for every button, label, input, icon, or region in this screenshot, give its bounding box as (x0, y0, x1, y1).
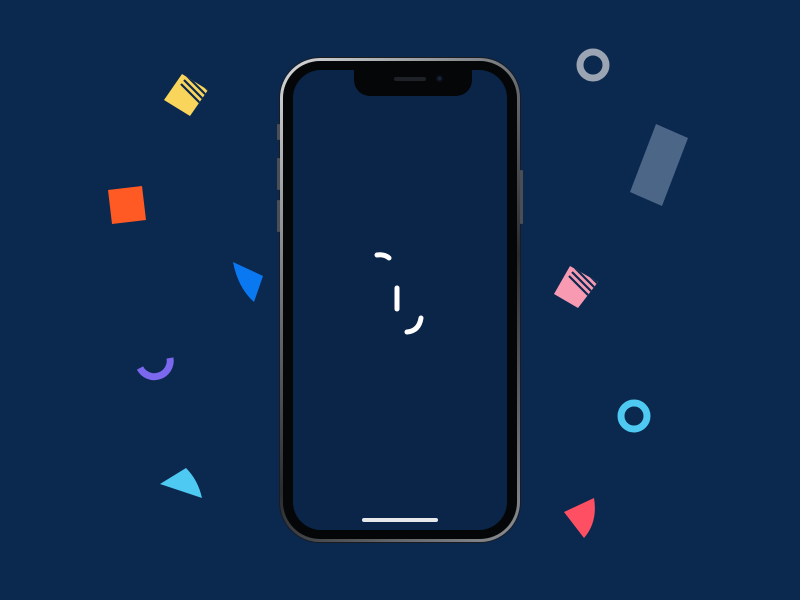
cyan-wedge-shape (160, 468, 202, 498)
confetti-scene (0, 0, 800, 600)
mute-switch (277, 124, 280, 140)
phone-mockup (277, 58, 523, 542)
home-indicator[interactable] (362, 518, 438, 522)
side-button (520, 170, 523, 224)
front-camera (436, 75, 443, 82)
loading-spinner-icon (374, 252, 424, 335)
gray-ring-shape (576, 48, 610, 82)
speaker-grille (394, 77, 426, 81)
red-wedge-shape (564, 498, 595, 538)
purple-arc-shape (136, 357, 174, 381)
phone-notch (354, 70, 472, 96)
orange-square-shape (108, 186, 146, 224)
volume-up-button (277, 158, 280, 190)
yellow-striped-diamond-shape (164, 74, 208, 116)
cyan-ring-shape (617, 399, 651, 433)
volume-down-button (277, 200, 280, 232)
phone-screen (293, 70, 507, 530)
pink-striped-diamond-shape (554, 266, 598, 308)
slate-rectangle-shape (630, 124, 688, 206)
blue-wedge-shape (233, 262, 263, 302)
